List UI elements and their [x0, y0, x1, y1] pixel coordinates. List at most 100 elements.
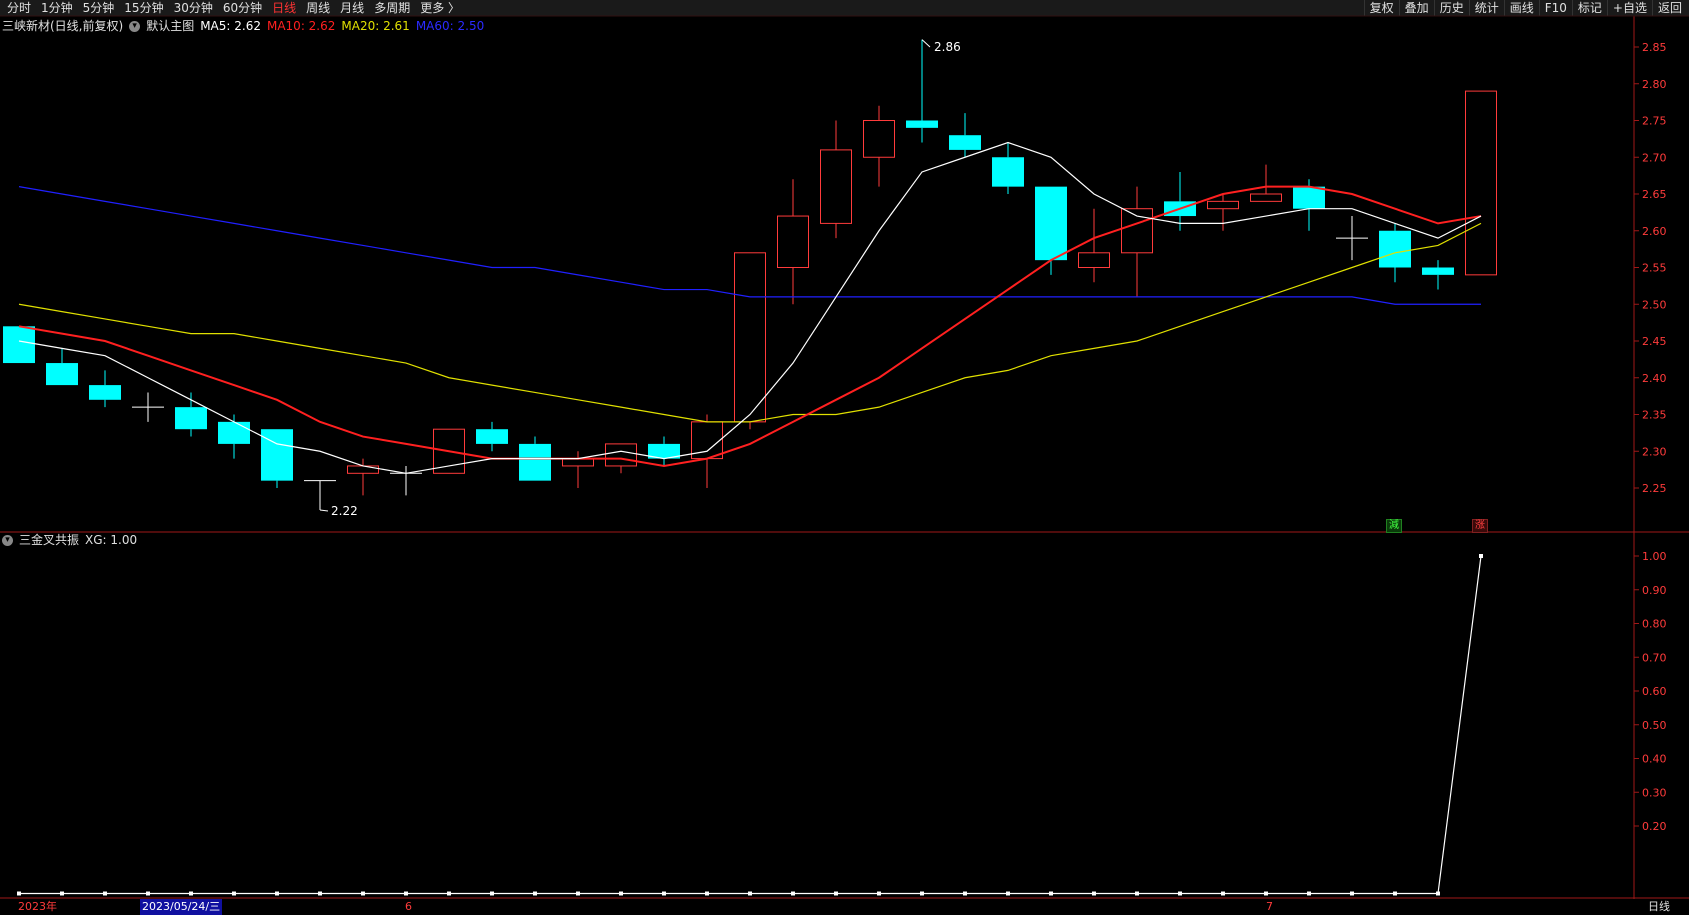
- period-label: 日线: [1648, 900, 1670, 913]
- candle: [734, 252, 766, 430]
- candle: [1465, 90, 1497, 276]
- y-tick-label: 2.40: [1642, 372, 1667, 385]
- xg-point: [1135, 891, 1139, 896]
- candle-body: [476, 429, 508, 444]
- candle: [132, 392, 164, 422]
- candle: [648, 436, 680, 466]
- candle: [3, 326, 35, 364]
- xg-point: [189, 891, 193, 896]
- rise-tag[interactable]: 涨: [1472, 519, 1488, 533]
- xg-point: [1393, 891, 1397, 896]
- xg-point: [533, 891, 537, 896]
- xg-point: [232, 891, 236, 896]
- candle: [1336, 216, 1368, 261]
- y-tick-label: 2.75: [1642, 115, 1667, 128]
- candle: [347, 458, 379, 496]
- year-label: 2023年: [18, 900, 57, 913]
- xg-point: [791, 891, 795, 896]
- xg-point: [318, 891, 322, 896]
- candle-body: [863, 120, 895, 158]
- xg-point: [490, 891, 494, 896]
- candle-body: [777, 215, 809, 269]
- candle-body: [3, 326, 35, 364]
- low-pointer: [319, 509, 329, 512]
- reduce-tag[interactable]: 減: [1386, 519, 1402, 533]
- candle: [476, 421, 508, 452]
- candle-body: [347, 465, 379, 474]
- candle-body: [1078, 252, 1110, 269]
- xg-point: [103, 891, 107, 896]
- xg-point: [1350, 891, 1354, 896]
- xg-point: [662, 891, 666, 896]
- xg-point: [576, 891, 580, 896]
- y-tick-label: 2.45: [1642, 335, 1667, 348]
- y-tick-label: 0.50: [1642, 719, 1667, 732]
- candle-body: [1121, 208, 1153, 254]
- candle: [1207, 194, 1239, 231]
- candle-body: [949, 135, 981, 150]
- candle: [1121, 186, 1153, 297]
- xg-point: [146, 891, 150, 896]
- candle: [1078, 208, 1110, 283]
- high-pointer: [921, 39, 931, 48]
- y-tick-label: 0.80: [1642, 618, 1667, 631]
- y-tick-label: 0.20: [1642, 820, 1667, 833]
- candle-body: [1293, 186, 1325, 209]
- xg-point: [1307, 891, 1311, 896]
- y-tick-label: 0.90: [1642, 584, 1667, 597]
- candle-body: [992, 157, 1024, 187]
- high-price-label: 2.86: [934, 40, 961, 54]
- y-tick-label: 2.70: [1642, 151, 1667, 164]
- xg-point: [60, 891, 64, 896]
- month-7-label: 7: [1266, 900, 1273, 913]
- candle: [175, 392, 207, 437]
- candle: [46, 348, 78, 386]
- xg-point: [1092, 891, 1096, 896]
- xg-point: [1006, 891, 1010, 896]
- y-tick-label: 0.40: [1642, 753, 1667, 766]
- y-tick-label: 2.80: [1642, 78, 1667, 91]
- candle: [863, 105, 895, 187]
- candle-body: [1422, 267, 1454, 275]
- xg-point: [1178, 891, 1182, 896]
- xg-line: [19, 555, 1482, 895]
- candle: [1422, 260, 1454, 290]
- candle-body: [820, 149, 852, 224]
- xg-point: [834, 891, 838, 896]
- candle-body: [89, 385, 121, 400]
- candle: [218, 414, 250, 459]
- candle-body: [175, 407, 207, 430]
- y-tick-label: 2.65: [1642, 188, 1667, 201]
- y-tick-label: 2.35: [1642, 409, 1667, 422]
- y-tick-label: 0.30: [1642, 786, 1667, 799]
- candle: [949, 113, 981, 158]
- xg-point: [1049, 891, 1053, 896]
- candle: [1250, 164, 1282, 202]
- kline-chart[interactable]: 2.25 2.30 2.35 2.40 2.45 2.50 2.55 2.60 2.65 2.70…: [0, 0, 1689, 915]
- y-tick-label: 2.60: [1642, 225, 1667, 238]
- low-price-label: 2.22: [331, 504, 358, 518]
- xg-point: [963, 891, 967, 896]
- candle-body: [46, 363, 78, 386]
- xg-point: [920, 891, 924, 896]
- xg-point: [1264, 891, 1268, 896]
- candle-body: [1465, 90, 1497, 276]
- candle-body: [562, 458, 594, 467]
- xg-point: [1479, 554, 1483, 558]
- date-axis: 2023年 2023/05/24/三 6 7 日线: [0, 899, 1689, 915]
- xg-point: [877, 891, 881, 896]
- candle-body: [906, 120, 938, 128]
- candle-body: [1207, 200, 1239, 210]
- xg-point: [1436, 891, 1440, 896]
- candle: [1035, 186, 1067, 275]
- candle: [906, 39, 938, 143]
- y-tick-label: 0.60: [1642, 685, 1667, 698]
- y-tick-label: 2.55: [1642, 262, 1667, 275]
- cursor-date: 2023/05/24/三: [140, 899, 223, 915]
- xg-point: [1221, 891, 1225, 896]
- xg-point: [619, 891, 623, 896]
- xg-point: [404, 891, 408, 896]
- xg-point: [447, 891, 451, 896]
- candle-body: [734, 252, 766, 423]
- candle-body: [261, 429, 293, 481]
